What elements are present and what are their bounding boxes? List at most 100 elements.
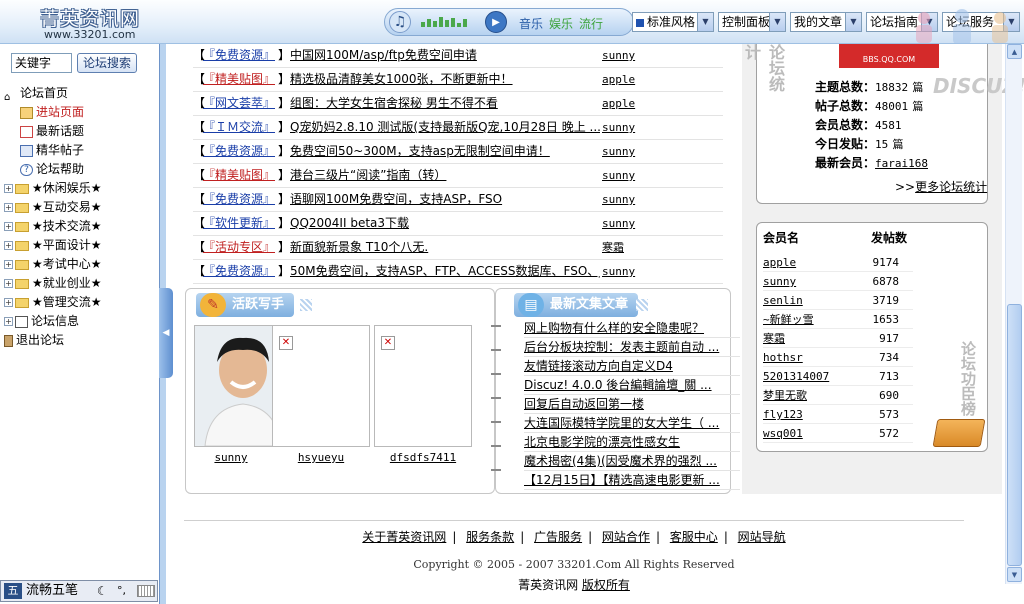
article-title[interactable]: 后台分板块控制：发表主题前自动 ... — [524, 340, 719, 354]
topic-author[interactable]: sunny — [602, 260, 635, 283]
expand-icon[interactable]: + — [4, 222, 13, 231]
collapse-sidebar-handle[interactable]: ◀ — [159, 288, 173, 378]
expand-icon[interactable]: + — [4, 260, 13, 269]
expand-icon[interactable]: + — [4, 203, 13, 212]
tree-home[interactable]: ⌂ 论坛首页 — [4, 84, 68, 103]
music-tab[interactable]: 音乐 — [519, 15, 543, 32]
member-name-link[interactable]: 5201314007 — [763, 367, 829, 386]
member-name-link[interactable]: hothsr — [763, 348, 803, 367]
ime-moon-icon[interactable]: ☾ — [97, 583, 108, 599]
expand-icon[interactable]: + — [4, 279, 13, 288]
topic-category[interactable]: 『活动专区』 — [203, 236, 275, 259]
footer-link-partners[interactable]: 网站合作 — [602, 530, 650, 544]
my-articles-select[interactable]: 我的文章 ▼ — [790, 12, 862, 32]
article-item[interactable]: 网上购物有什么样的安全隐患呢？ — [524, 319, 740, 338]
article-item[interactable]: 【12月15日】【精选高速电影更新 ... — [524, 471, 740, 490]
style-select[interactable]: 标准风格 ▼ — [632, 12, 714, 32]
tree-digest[interactable]: 精华帖子 — [20, 141, 84, 160]
footer-link-about[interactable]: 关于菁英资讯网 — [362, 530, 446, 544]
forum-search-button[interactable]: 论坛搜索 — [77, 53, 137, 73]
article-item[interactable]: 北京电影学院的漂亮性感女生 — [524, 433, 740, 452]
topic-category[interactable]: 『网文荟萃』 — [203, 92, 275, 115]
control-panel-select[interactable]: 控制面板 ▼ — [718, 12, 786, 32]
topic-title[interactable]: 中国网100M/asp/ftp免费空间申请 — [290, 44, 600, 67]
topic-title[interactable]: Q宠奶妈2.8.10 测试版(支持最新版Q宠,10月28日 晚上 ... — [290, 116, 600, 139]
tree-group-design[interactable]: + ★平面设计★ — [4, 236, 102, 255]
article-item[interactable]: 大连国际模特学院里的女大学生（ ... — [524, 414, 740, 433]
scroll-down-icon[interactable]: ▼ — [1007, 567, 1022, 582]
ime-name[interactable]: 流畅五笔 — [26, 583, 78, 599]
writer-avatar[interactable]: ✕ — [272, 325, 370, 447]
member-name-link[interactable]: ~新鲜ッ雪 — [763, 310, 814, 329]
article-item[interactable]: 魔术揭密(4集)(因受魔术界的强烈 ... — [524, 452, 740, 471]
topic-author[interactable]: apple — [602, 68, 635, 91]
topic-title[interactable]: QQ2004II beta3下载 — [290, 212, 600, 235]
tree-enter[interactable]: 进站页面 — [20, 103, 84, 122]
newest-member-link[interactable]: farai168 — [875, 157, 928, 170]
tree-info[interactable]: + 论坛信息 — [4, 312, 79, 331]
topic-category[interactable]: 『精美贴图』 — [203, 68, 275, 91]
tree-group-leisure[interactable]: + ★休闲娱乐★ — [4, 179, 102, 198]
article-title[interactable]: 回复后自动返回第一楼 — [524, 397, 644, 411]
tree-group-career[interactable]: + ★就业创业★ — [4, 274, 102, 293]
topic-title[interactable]: 精选极品清醇美女1000张，不断更新中！ — [290, 68, 600, 91]
article-title[interactable]: 友情链接滚动方向自定义D4 — [524, 359, 673, 373]
expand-icon[interactable]: + — [4, 241, 13, 250]
topic-author[interactable]: sunny — [602, 140, 635, 163]
ime-keyboard-icon[interactable] — [137, 585, 155, 597]
article-title[interactable]: Discuz! 4.0.0 後台編輯論壇_關 ... — [524, 378, 712, 392]
topic-category[interactable]: 『免费资源』 — [203, 44, 275, 67]
article-item[interactable]: 后台分板块控制：发表主题前自动 ... — [524, 338, 740, 357]
topic-title[interactable]: 港台三级片“阅读”指南（转） — [290, 164, 600, 187]
topic-author[interactable]: sunny — [602, 188, 635, 211]
topic-author[interactable]: sunny — [602, 116, 635, 139]
member-name-link[interactable]: sunny — [763, 272, 796, 291]
tree-group-trade[interactable]: + ★互动交易★ — [4, 198, 102, 217]
article-item[interactable]: Discuz! 4.0.0 後台編輯論壇_關 ... — [524, 376, 740, 395]
site-logo-title[interactable]: 菁英资讯网 — [40, 4, 140, 31]
expand-icon[interactable]: + — [4, 317, 13, 326]
article-title[interactable]: 大连国际模特学院里的女大学生（ ... — [524, 416, 719, 430]
writer-avatar[interactable]: ✕ — [374, 325, 472, 447]
topic-category[interactable]: 『软件更新』 — [203, 212, 275, 235]
site-logo-url[interactable]: www.33201.com — [44, 28, 135, 41]
article-title[interactable]: 【12月15日】【精选高速电影更新 ... — [524, 473, 720, 487]
topic-category[interactable]: 『免费资源』 — [203, 260, 275, 283]
tree-logout[interactable]: 退出论坛 — [4, 331, 64, 350]
tree-group-tech[interactable]: + ★技术交流★ — [4, 217, 102, 236]
tree-group-exam[interactable]: + ★考试中心★ — [4, 255, 102, 274]
topic-category[interactable]: 『ＩＭ交流』 — [203, 116, 275, 139]
topic-title[interactable]: 免费空间50~300M，支持asp无限制空间申请！ — [290, 140, 600, 163]
more-stats-link[interactable]: >>更多论坛统计 — [895, 178, 987, 195]
writer-name[interactable]: sunny — [182, 451, 280, 464]
topic-category[interactable]: 『免费资源』 — [203, 140, 275, 163]
footer-link-ads[interactable]: 广告服务 — [534, 530, 582, 544]
topic-author[interactable]: sunny — [602, 44, 635, 67]
scroll-thumb[interactable] — [1007, 304, 1022, 566]
member-name-link[interactable]: fly123 — [763, 405, 803, 424]
scroll-up-icon[interactable]: ▲ — [1007, 44, 1022, 59]
topic-category[interactable]: 『精美贴图』 — [203, 164, 275, 187]
writer-name[interactable]: hsyueyu — [272, 451, 370, 464]
tree-help[interactable]: ? 论坛帮助 — [20, 160, 84, 179]
member-name-link[interactable]: wsq001 — [763, 424, 803, 443]
topic-author[interactable]: sunny — [602, 212, 635, 235]
topic-author[interactable]: 寒霜 — [602, 236, 624, 259]
footer-link-sitemap[interactable]: 网站导航 — [738, 530, 786, 544]
expand-icon[interactable]: + — [4, 184, 13, 193]
writer-name[interactable]: dfsdfs7411 — [374, 451, 472, 464]
member-name-link[interactable]: senlin — [763, 291, 803, 310]
article-item[interactable]: 友情链接滚动方向自定义D4 — [524, 357, 740, 376]
tree-group-management[interactable]: + ★管理交流★ — [4, 293, 102, 312]
ime-punct-icon[interactable]: °, — [117, 583, 126, 599]
tree-newest[interactable]: 最新话题 — [20, 122, 84, 141]
play-button[interactable]: ▶ — [485, 11, 507, 33]
expand-icon[interactable]: + — [4, 298, 13, 307]
article-title[interactable]: 网上购物有什么样的安全隐患呢？ — [524, 321, 704, 335]
owner-rights-link[interactable]: 版权所有 — [582, 578, 630, 592]
article-title[interactable]: 魔术揭密(4集)(因受魔术界的强烈 ... — [524, 454, 717, 468]
footer-link-terms[interactable]: 服务条款 — [466, 530, 514, 544]
entertainment-tab[interactable]: 娱乐 — [549, 15, 573, 32]
member-name-link[interactable]: apple — [763, 253, 796, 272]
member-name-link[interactable]: 梦里无歌 — [763, 386, 807, 405]
